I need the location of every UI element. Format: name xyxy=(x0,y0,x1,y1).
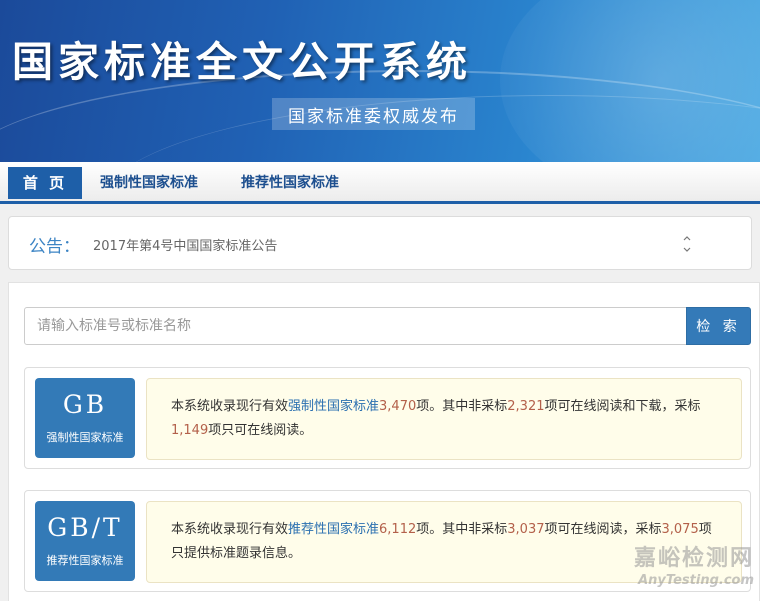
notice-label: 公告： xyxy=(29,237,80,257)
notice-text[interactable]: 2017年第4号中国国家标准公告 xyxy=(93,235,277,254)
desc-count: 3,075 xyxy=(661,522,699,537)
desc-text: 项可在线阅读，采标 xyxy=(544,522,662,537)
desc-text: 项。其中非采标 xyxy=(416,399,508,414)
desc-count: 3,037 xyxy=(507,522,545,537)
badge-label: 强制性国家标准 xyxy=(46,431,124,444)
standard-card-gb: GB 强制性国家标准 本系统收录现行有效强制性国家标准3,470项。其中非采标2… xyxy=(24,367,751,469)
desc-text: 项可在线阅读和下载，采标 xyxy=(544,399,701,414)
card-description: 本系统收录现行有效强制性国家标准3,470项。其中非采标2,321项可在线阅读和… xyxy=(146,378,742,460)
nav-item-home[interactable]: 首 页 xyxy=(8,167,82,199)
desc-count: 2,321 xyxy=(507,399,545,414)
badge-label: 推荐性国家标准 xyxy=(46,554,124,567)
desc-text: 项只可在线阅读。 xyxy=(208,423,313,438)
desc-link[interactable]: 强制性国家标准 xyxy=(288,399,379,414)
up-down-chevron-icon[interactable] xyxy=(679,233,695,255)
desc-text: 本系统收录现行有效 xyxy=(171,399,289,414)
desc-count: 1,149 xyxy=(171,423,209,438)
main-nav: 首 页 强制性国家标准 推荐性国家标准 xyxy=(0,162,760,204)
desc-total: 3,470 xyxy=(379,399,417,414)
watermark-cn: 嘉峪检测网 xyxy=(633,546,754,571)
desc-text: 本系统收录现行有效 xyxy=(171,522,289,537)
site-subtitle: 国家标准委权威发布 xyxy=(272,98,475,130)
desc-link[interactable]: 推荐性国家标准 xyxy=(288,522,379,537)
watermark-en: AnyTesting.com xyxy=(638,573,754,588)
badge-code: GB/T xyxy=(47,513,123,542)
search-input[interactable] xyxy=(24,307,687,345)
gbt-badge-button[interactable]: GB/T 推荐性国家标准 xyxy=(35,501,135,581)
gb-badge-button[interactable]: GB 强制性国家标准 xyxy=(35,378,135,458)
watermark: 嘉峪检测网 AnyTesting.com xyxy=(608,545,754,589)
chevron-up-down-svg xyxy=(683,236,691,252)
search-button[interactable]: 检 索 xyxy=(686,307,751,345)
desc-text: 项。其中非采标 xyxy=(416,522,508,537)
desc-total: 6,112 xyxy=(379,522,417,537)
notice-bar: 公告： 2017年第4号中国国家标准公告 xyxy=(8,216,752,270)
header-banner: 国家标准全文公开系统 国家标准委权威发布 xyxy=(0,0,760,162)
nav-item-mandatory-standards[interactable]: 强制性国家标准 xyxy=(100,167,198,199)
site-title: 国家标准全文公开系统 xyxy=(12,38,472,86)
nav-item-recommended-standards[interactable]: 推荐性国家标准 xyxy=(241,167,339,199)
badge-code: GB xyxy=(62,390,108,419)
